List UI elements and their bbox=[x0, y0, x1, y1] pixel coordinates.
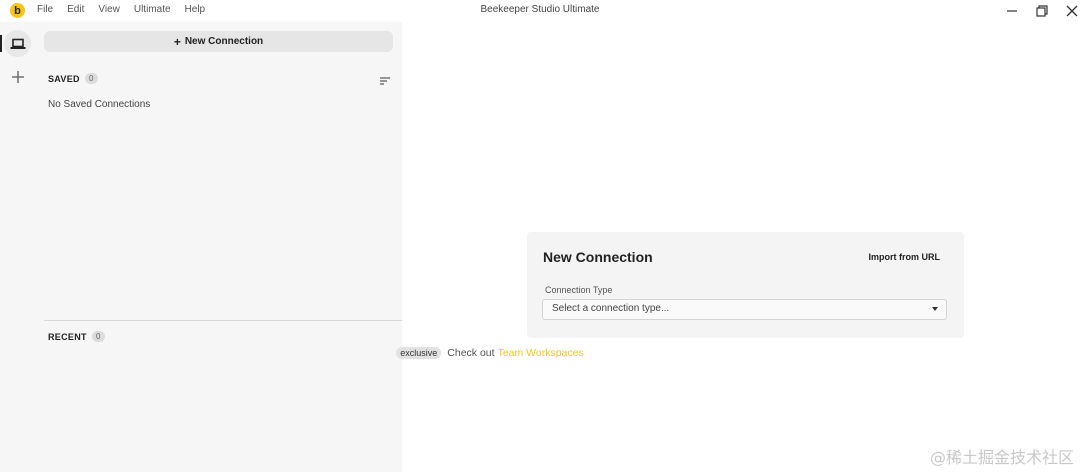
promo-text: Check out bbox=[447, 347, 495, 359]
saved-title: SAVED bbox=[48, 73, 80, 84]
new-connection-card: New Connection Import from URL Connectio… bbox=[527, 232, 964, 338]
close-button[interactable] bbox=[1057, 0, 1080, 22]
minimize-icon bbox=[1007, 10, 1017, 12]
card-title: New Connection bbox=[543, 249, 653, 265]
plus-icon bbox=[11, 70, 24, 83]
active-indicator bbox=[0, 35, 2, 52]
sort-icon bbox=[380, 77, 390, 85]
add-workspace-button[interactable] bbox=[9, 68, 26, 85]
new-connection-button[interactable]: + New Connection bbox=[44, 31, 393, 52]
recent-count-badge: 0 bbox=[91, 331, 105, 342]
no-saved-connections-text: No Saved Connections bbox=[48, 99, 151, 110]
plus-icon: + bbox=[173, 34, 181, 49]
laptop-icon bbox=[10, 38, 25, 49]
connection-type-label: Connection Type bbox=[545, 285, 613, 295]
connections-rail-button[interactable] bbox=[4, 30, 31, 57]
minimize-button[interactable] bbox=[997, 0, 1027, 22]
team-workspaces-link[interactable]: Team Workspaces bbox=[498, 347, 584, 359]
saved-section-header: SAVED 0 bbox=[48, 73, 98, 84]
title-bar: b File Edit View Ultimate Help Beekeeper… bbox=[0, 0, 1080, 22]
recent-title: RECENT bbox=[48, 331, 87, 342]
connection-type-select[interactable]: Select a connection type... bbox=[542, 299, 947, 320]
connection-type-placeholder: Select a connection type... bbox=[552, 303, 670, 314]
import-from-url-button[interactable]: Import from URL bbox=[869, 252, 941, 262]
recent-section-header: RECENT 0 bbox=[48, 331, 105, 342]
chevron-down-icon bbox=[932, 307, 938, 311]
restore-button[interactable] bbox=[1027, 0, 1057, 22]
connections-sidebar: + New Connection SAVED 0 No Saved Connec… bbox=[35, 22, 402, 472]
section-divider bbox=[44, 320, 402, 321]
exclusive-badge: exclusive bbox=[396, 347, 442, 359]
new-connection-label: New Connection bbox=[184, 36, 264, 47]
icon-rail bbox=[0, 22, 35, 472]
sort-button[interactable] bbox=[379, 73, 393, 85]
promo-line: exclusive Check out Team Workspaces bbox=[235, 347, 745, 359]
watermark: @稀土掘金技术社区 bbox=[929, 448, 1074, 467]
restore-icon bbox=[1036, 5, 1048, 17]
window-title: Beekeeper Studio Ultimate bbox=[480, 4, 600, 15]
close-icon bbox=[1066, 5, 1078, 17]
saved-count-badge: 0 bbox=[84, 73, 98, 84]
